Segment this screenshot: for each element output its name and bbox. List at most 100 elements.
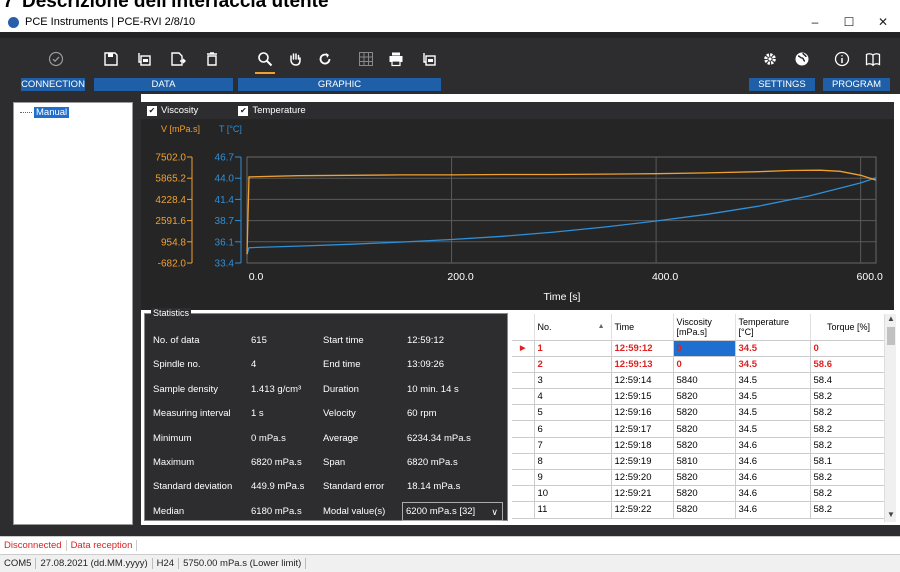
table-cell[interactable]: 12:59:15: [611, 388, 674, 406]
table-cell[interactable]: 5840: [673, 372, 736, 390]
table-row[interactable]: 9 12:59:20 5820 34.6 58.2: [512, 469, 885, 487]
row-header[interactable]: [512, 501, 535, 519]
table-cell[interactable]: 34.6: [735, 501, 811, 519]
close-button[interactable]: ✕: [866, 12, 900, 32]
table-cell[interactable]: 34.5: [735, 372, 811, 390]
zoom-icon[interactable]: [253, 48, 277, 74]
table-cell[interactable]: 5820: [673, 485, 736, 503]
table-cell[interactable]: 34.6: [735, 453, 811, 471]
table-row[interactable]: 8 12:59:19 5810 34.6 58.1: [512, 453, 885, 471]
globe-icon[interactable]: [790, 48, 814, 70]
table-cell[interactable]: 58.1: [810, 453, 885, 471]
tree-node-manual[interactable]: Manual: [20, 107, 70, 118]
scroll-up-icon[interactable]: ▲: [885, 314, 896, 326]
table-cell[interactable]: 34.6: [735, 469, 811, 487]
table-cell[interactable]: 12:59:14: [611, 372, 674, 390]
table-cell[interactable]: 12:59:13: [611, 356, 674, 373]
print-icon[interactable]: [384, 48, 408, 70]
reset-icon[interactable]: [313, 48, 337, 70]
table-cell[interactable]: 34.6: [735, 485, 811, 503]
row-header[interactable]: [512, 469, 535, 487]
table-cell[interactable]: 34.5: [735, 404, 811, 422]
export-image-icon[interactable]: [418, 48, 442, 70]
temperature-checkbox[interactable]: ✔ Temperature: [238, 105, 306, 116]
save-icon[interactable]: [99, 48, 123, 70]
table-cell[interactable]: 10: [534, 485, 612, 503]
table-row[interactable]: 2 12:59:13 0 34.5 58.6: [512, 356, 885, 373]
row-header[interactable]: [512, 485, 535, 503]
column-header-no[interactable]: No. ▲: [534, 314, 612, 341]
table-cell[interactable]: 5810: [673, 453, 736, 471]
table-cell[interactable]: 12:59:19: [611, 453, 674, 471]
table-cell[interactable]: 58.2: [810, 404, 885, 422]
table-cell[interactable]: 58.2: [810, 501, 885, 519]
table-cell[interactable]: 5820: [673, 420, 736, 438]
table-cell[interactable]: 5: [534, 404, 612, 422]
table-cell[interactable]: 4: [534, 388, 612, 406]
info-icon[interactable]: [830, 48, 854, 70]
row-header[interactable]: [512, 356, 535, 373]
connect-icon[interactable]: [44, 48, 68, 70]
table-row[interactable]: 3 12:59:14 5840 34.5 58.4: [512, 372, 885, 390]
table-cell[interactable]: 34.5: [735, 356, 811, 373]
table-row[interactable]: 6 12:59:17 5820 34.5 58.2: [512, 420, 885, 438]
column-header-temperature[interactable]: Temperature [°C]: [735, 314, 811, 341]
table-cell[interactable]: 5820: [673, 388, 736, 406]
table-cell[interactable]: 7: [534, 437, 612, 454]
table-cell[interactable]: 34.5: [735, 420, 811, 438]
column-header-torque[interactable]: Torque [%]: [810, 314, 885, 341]
table-cell[interactable]: 3: [534, 372, 612, 390]
table-cell[interactable]: 6: [534, 420, 612, 438]
viscosity-checkbox[interactable]: ✔ Viscosity: [147, 105, 198, 116]
table-row[interactable]: 11 12:59:22 5820 34.6 58.2: [512, 501, 885, 519]
row-header[interactable]: [512, 372, 535, 390]
table-cell[interactable]: 12:59:22: [611, 501, 674, 519]
table-cell[interactable]: 0: [673, 356, 736, 373]
table-cell[interactable]: 8: [534, 453, 612, 471]
table-cell[interactable]: 34.5: [735, 340, 811, 357]
table-cell[interactable]: 58.2: [810, 420, 885, 438]
table-cell[interactable]: 2: [534, 356, 612, 373]
table-cell[interactable]: 58.2: [810, 485, 885, 503]
table-row[interactable]: ▶ 1 12:59:12 0 34.5 0: [512, 340, 885, 357]
table-cell[interactable]: 12:59:17: [611, 420, 674, 438]
row-header[interactable]: [512, 388, 535, 406]
current-row-icon[interactable]: ▶: [512, 340, 535, 357]
table-row[interactable]: 5 12:59:16 5820 34.5 58.2: [512, 404, 885, 422]
manual-book-icon[interactable]: [861, 48, 885, 70]
table-cell[interactable]: 1: [534, 340, 612, 357]
table-cell[interactable]: 58.4: [810, 372, 885, 390]
table-cell[interactable]: 58.6: [810, 356, 885, 373]
table-cell[interactable]: 5820: [673, 501, 736, 519]
table-cell[interactable]: 58.2: [810, 437, 885, 454]
table-row[interactable]: 10 12:59:21 5820 34.6 58.2: [512, 485, 885, 503]
table-cell[interactable]: 12:59:21: [611, 485, 674, 503]
grid-icon[interactable]: [354, 48, 378, 70]
table-row[interactable]: 4 12:59:15 5820 34.5 58.2: [512, 388, 885, 406]
export-icon[interactable]: [133, 48, 157, 70]
table-cell[interactable]: 12:59:12: [611, 340, 674, 357]
maximize-button[interactable]: ☐: [832, 12, 866, 32]
table-cell[interactable]: 34.5: [735, 388, 811, 406]
export-file-icon[interactable]: [166, 48, 190, 70]
minimize-button[interactable]: –: [798, 12, 832, 32]
row-header[interactable]: [512, 453, 535, 471]
table-cell[interactable]: 11: [534, 501, 612, 519]
pan-hand-icon[interactable]: [283, 48, 307, 70]
table-cell[interactable]: 5820: [673, 404, 736, 422]
table-scrollbar[interactable]: ▲ ▼: [884, 314, 896, 522]
column-header-time[interactable]: Time: [611, 314, 674, 341]
scroll-thumb[interactable]: [887, 327, 895, 345]
modal-value-dropdown[interactable]: 6200 mPa.s [32] ∨: [402, 501, 503, 521]
table-cell[interactable]: 58.2: [810, 469, 885, 487]
scroll-down-icon[interactable]: ▼: [885, 510, 896, 522]
table-cell[interactable]: 12:59:16: [611, 404, 674, 422]
row-header[interactable]: [512, 420, 535, 438]
table-cell[interactable]: 58.2: [810, 388, 885, 406]
table-cell[interactable]: 12:59:20: [611, 469, 674, 487]
column-header-viscosity[interactable]: Viscosity [mPa.s]: [673, 314, 736, 341]
row-header[interactable]: [512, 404, 535, 422]
table-cell[interactable]: 5820: [673, 437, 736, 454]
line-chart[interactable]: V [mPa.s] T [°C] 7502.0 46.7 5865.2 44.0 4228.…: [141, 119, 894, 310]
gear-icon[interactable]: [758, 48, 782, 70]
